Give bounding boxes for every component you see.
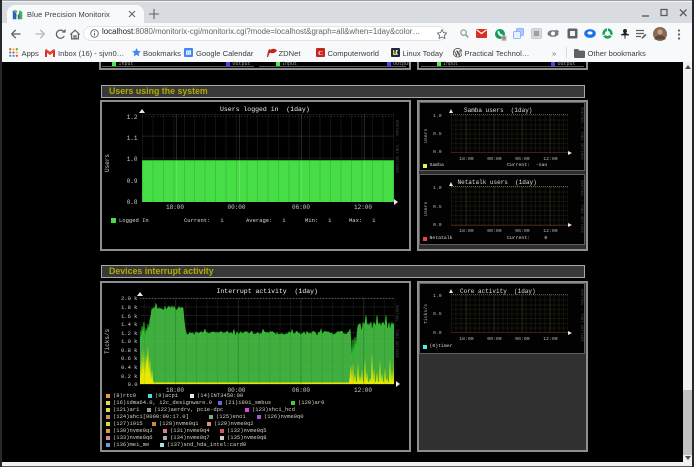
svg-text:31: 31 [186, 51, 192, 56]
svg-text:C: C [318, 50, 323, 57]
